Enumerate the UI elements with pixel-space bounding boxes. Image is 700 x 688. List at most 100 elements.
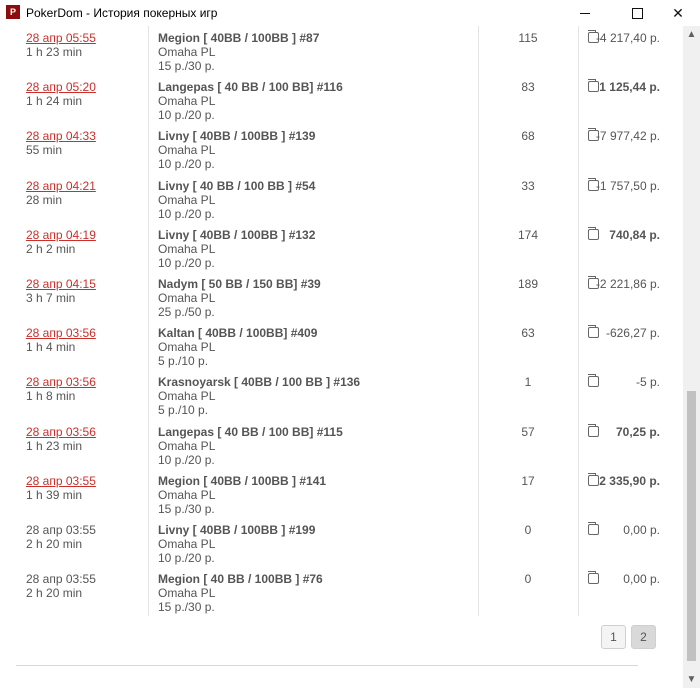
- stakes-text: 10 р./20 р.: [158, 255, 215, 270]
- footer-divider: [16, 665, 638, 666]
- date-link[interactable]: 28 апр 03:55: [26, 474, 96, 488]
- duration-text: 55 min: [26, 143, 63, 158]
- date-link[interactable]: 28 апр 03:56: [26, 326, 96, 340]
- wallet-icon[interactable]: [588, 325, 599, 339]
- hands-count: 174: [517, 227, 539, 242]
- game-type: Omaha PL: [158, 537, 216, 551]
- history-row: 28 апр 04:33 55 min Livny [ 40BB / 100BB ]…: [0, 126, 683, 175]
- table-cell: Krasnoyarsk [ 40BB / 100 BB ] #136 Omaha …: [158, 375, 360, 417]
- date-link[interactable]: 28 апр 05:55: [26, 31, 96, 45]
- hands-count: 17: [521, 473, 535, 488]
- hands-count: 0: [524, 523, 532, 537]
- date-link: 28 апр 03:55: [26, 572, 96, 587]
- history-row: 28 апр 05:20 1 h 24 min Langepas [ 40 BB /…: [0, 77, 683, 126]
- wallet-icon[interactable]: [588, 79, 599, 93]
- game-type: Omaha PL: [158, 192, 216, 207]
- date-cell: 28 апр 03:56 1 h 4 min: [26, 326, 96, 354]
- date-link[interactable]: 28 апр 03:56: [26, 425, 96, 439]
- result-amount: -5 р.: [635, 375, 660, 390]
- result-amount: 70,25 р.: [615, 424, 660, 439]
- table-cell: Livny [ 40BB / 100BB ] #199 Omaha PL 10 р.…: [158, 523, 315, 565]
- stakes-text: 5 р./10 р.: [158, 403, 209, 418]
- result-amount: -1 757,50 р.: [595, 178, 660, 193]
- history-row: 28 апр 04:21 28 min Livny [ 40 BB / 100 BB…: [0, 176, 683, 225]
- date-link[interactable]: 28 апр 05:20: [26, 80, 96, 94]
- table-name: Krasnoyarsk [ 40BB / 100 BB ] #136: [158, 375, 361, 390]
- duration-text: 2 h 20 min: [26, 586, 83, 601]
- date-link[interactable]: 28 апр 03:56: [26, 375, 96, 389]
- date-cell: 28 апр 04:33 55 min: [26, 129, 96, 157]
- result-amount: -626,27 р.: [605, 326, 660, 341]
- app-logo-icon: P: [6, 5, 20, 19]
- table-name: Megion [ 40BB / 100BB ] #87: [158, 31, 320, 45]
- minimize-button[interactable]: [562, 0, 608, 26]
- hands-count: 0: [524, 572, 532, 587]
- duration-text: 1 h 8 min: [26, 389, 76, 404]
- table-cell: Megion [ 40BB / 100BB ] #141 Omaha PL 15 р…: [158, 474, 326, 516]
- date-link[interactable]: 28 апр 04:19: [26, 228, 96, 242]
- table-cell: Megion [ 40 BB / 100BB ] #76 Omaha PL 15 р…: [158, 572, 323, 614]
- table-cell: Langepas [ 40 BB / 100 BB] #116 Omaha PL 1…: [158, 80, 343, 122]
- scroll-down-arrow-icon[interactable]: ▼: [683, 671, 700, 688]
- result-amount: 2 335,90 р.: [599, 473, 660, 488]
- duration-text: 28 min: [26, 192, 63, 207]
- maximize-icon: [631, 7, 643, 19]
- hands-count: 189: [517, 277, 539, 291]
- page-button-2[interactable]: 2: [631, 625, 656, 649]
- page-button-1[interactable]: 1: [601, 625, 626, 649]
- history-row: 28 апр 03:55 1 h 39 min Megion [ 40BB / 10…: [0, 471, 683, 520]
- wallet-icon[interactable]: [588, 423, 599, 437]
- table-name: Livny [ 40 BB / 100 BB ] #54: [158, 178, 316, 193]
- date-link[interactable]: 28 апр 04:21: [26, 179, 96, 193]
- table-name: Megion [ 40BB / 100BB ] #141: [158, 473, 327, 488]
- close-button[interactable]: ✕: [656, 0, 700, 26]
- date-cell: 28 апр 03:55 2 h 20 min: [26, 523, 96, 551]
- game-type: Omaha PL: [158, 389, 216, 404]
- table-name: Livny [ 40BB / 100BB ] #139: [158, 129, 316, 144]
- wallet-icon[interactable]: [588, 374, 599, 388]
- vertical-scrollbar[interactable]: ▲ ▼: [683, 26, 700, 688]
- hands-count: 33: [521, 178, 535, 193]
- result-amount: 1 125,44 р.: [599, 80, 660, 95]
- date-cell: 28 апр 04:19 2 h 2 min: [26, 228, 96, 256]
- game-type: Omaha PL: [158, 438, 216, 453]
- wallet-icon[interactable]: [588, 571, 599, 585]
- date-link[interactable]: 28 апр 04:15: [26, 277, 96, 291]
- stakes-text: 15 р./30 р.: [158, 501, 215, 516]
- stakes-text: 10 р./20 р.: [158, 551, 215, 565]
- history-row: 28 апр 04:15 3 h 7 min Nadym [ 50 BB / 150…: [0, 274, 683, 323]
- stakes-text: 10 р./20 р.: [158, 452, 215, 467]
- table-cell: Langepas [ 40 BB / 100 BB] #115 Omaha PL 1…: [158, 425, 343, 467]
- history-row: 28 апр 03:55 2 h 20 min Livny [ 40BB / 100…: [0, 520, 683, 569]
- table-cell: Livny [ 40BB / 100BB ] #132 Omaha PL 10 р.…: [158, 228, 315, 270]
- wallet-icon[interactable]: [588, 522, 599, 535]
- wallet-icon[interactable]: [588, 472, 599, 486]
- table-cell: Livny [ 40BB / 100BB ] #139 Omaha PL 10 р.…: [158, 129, 315, 171]
- hands-count: 63: [521, 326, 535, 341]
- table-name: Langepas [ 40 BB / 100 BB] #116: [158, 80, 343, 95]
- scroll-up-arrow-icon[interactable]: ▲: [683, 26, 700, 43]
- history-row: 28 апр 03:56 1 h 8 min Krasnoyarsk [ 40BB …: [0, 372, 683, 421]
- duration-text: 1 h 24 min: [26, 94, 83, 109]
- date-cell: 28 апр 03:55 2 h 20 min: [26, 572, 96, 600]
- result-amount: 740,84 р.: [609, 227, 660, 242]
- result-amount: -7 977,42 р.: [595, 129, 660, 144]
- table-name: Megion [ 40 BB / 100BB ] #76: [158, 572, 323, 587]
- date-link: 28 апр 03:55: [26, 523, 96, 537]
- game-type: Omaha PL: [158, 340, 216, 355]
- table-cell: Megion [ 40BB / 100BB ] #87 Omaha PL 15 р.…: [158, 31, 319, 73]
- stakes-text: 5 р./10 р.: [158, 354, 209, 369]
- wallet-icon[interactable]: [588, 226, 599, 240]
- table-name: Langepas [ 40 BB / 100 BB] #115: [158, 424, 343, 439]
- result-amount: 0,00 р.: [623, 572, 660, 587]
- game-type: Omaha PL: [158, 586, 216, 601]
- stakes-text: 10 р./20 р.: [158, 206, 215, 221]
- table-name: Nadym [ 50 BB / 150 BB] #39: [158, 277, 321, 291]
- scrollbar-thumb[interactable]: [687, 391, 696, 661]
- maximize-button[interactable]: [614, 0, 660, 26]
- minimize-icon: [580, 12, 590, 14]
- duration-text: 3 h 7 min: [26, 291, 76, 305]
- hands-count: 115: [518, 31, 538, 45]
- date-link[interactable]: 28 апр 04:33: [26, 129, 96, 143]
- game-type: Omaha PL: [158, 487, 216, 502]
